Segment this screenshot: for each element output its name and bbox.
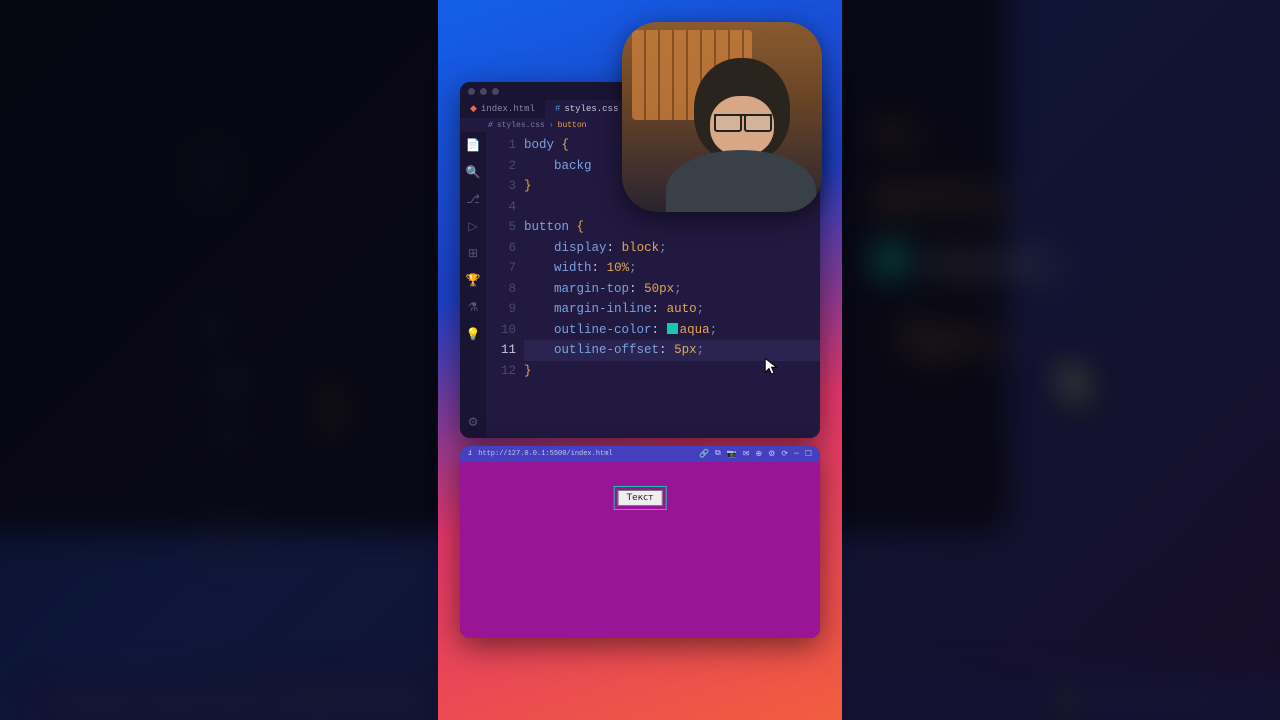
responsive-icon[interactable]: ⇔: [794, 449, 799, 459]
traffic-min-icon[interactable]: [480, 88, 487, 95]
trophy-icon[interactable]: 🏆: [466, 273, 481, 288]
browser-window: i http://127.0.0.1:5500/index.html 🔗 ⧉ 📷…: [460, 446, 820, 638]
css-file-icon: #: [555, 104, 560, 114]
reload-icon[interactable]: ⟳: [781, 449, 788, 459]
panel-icon[interactable]: ☐: [805, 449, 812, 459]
tab-label: styles.css: [564, 104, 618, 114]
line-gutter: 123456789101112: [486, 132, 524, 438]
mail-icon[interactable]: ✉: [743, 449, 750, 459]
address-bar[interactable]: i http://127.0.0.1:5500/index.html 🔗 ⧉ 📷…: [460, 446, 820, 462]
html-file-icon: ◆: [470, 104, 477, 114]
mouse-cursor-icon: [764, 356, 779, 381]
tab-styles-css[interactable]: # styles.css: [545, 100, 628, 118]
crumb-file: styles.css: [497, 121, 545, 130]
lightbulb-icon[interactable]: 💡: [466, 327, 481, 342]
aqua-swatch-icon: [667, 323, 678, 334]
gear-icon[interactable]: ⚙: [468, 415, 479, 430]
git-icon[interactable]: ⎇: [466, 192, 480, 207]
tab-label: index.html: [481, 104, 535, 114]
demo-button[interactable]: Текст: [618, 490, 663, 506]
debug-icon[interactable]: ▷: [468, 219, 477, 234]
camera-icon[interactable]: 📷: [727, 449, 737, 459]
settings-icon[interactable]: ⚙: [768, 449, 775, 459]
link-icon[interactable]: 🔗: [699, 449, 709, 459]
search-icon[interactable]: 🔍: [466, 165, 481, 180]
browser-toolbar: 🔗 ⧉ 📷 ✉ ⊕ ⚙ ⟳ ⇔ ☐: [699, 449, 812, 459]
webcam-overlay: [622, 22, 822, 212]
traffic-close-icon[interactable]: [468, 88, 475, 95]
explorer-icon[interactable]: 📄: [466, 138, 481, 153]
activity-bar: 📄 🔍 ⎇ ▷ ⊞ 🏆 ⚗ 💡 ⚙: [460, 132, 486, 438]
stage: 6 9 10 11 12 x; auto; aqua; 5px; } i htt…: [0, 0, 1280, 720]
person-shirt: [666, 150, 816, 212]
flask-icon[interactable]: ⚗: [468, 300, 479, 315]
css-file-icon: #: [488, 121, 493, 130]
traffic-max-icon[interactable]: [492, 88, 499, 95]
page-viewport: Текст: [460, 462, 820, 638]
url-text: http://127.0.0.1:5500/index.html: [478, 450, 612, 458]
screenshot-icon[interactable]: ⧉: [715, 449, 721, 459]
info-icon[interactable]: i: [468, 450, 472, 458]
crumb-sep: ›: [549, 121, 554, 130]
crumb-selector: button: [558, 121, 587, 130]
extensions-icon[interactable]: ⊞: [468, 246, 478, 261]
glasses-icon: [714, 114, 772, 132]
tab-index-html[interactable]: ◆ index.html: [460, 100, 545, 118]
add-icon[interactable]: ⊕: [755, 449, 762, 459]
